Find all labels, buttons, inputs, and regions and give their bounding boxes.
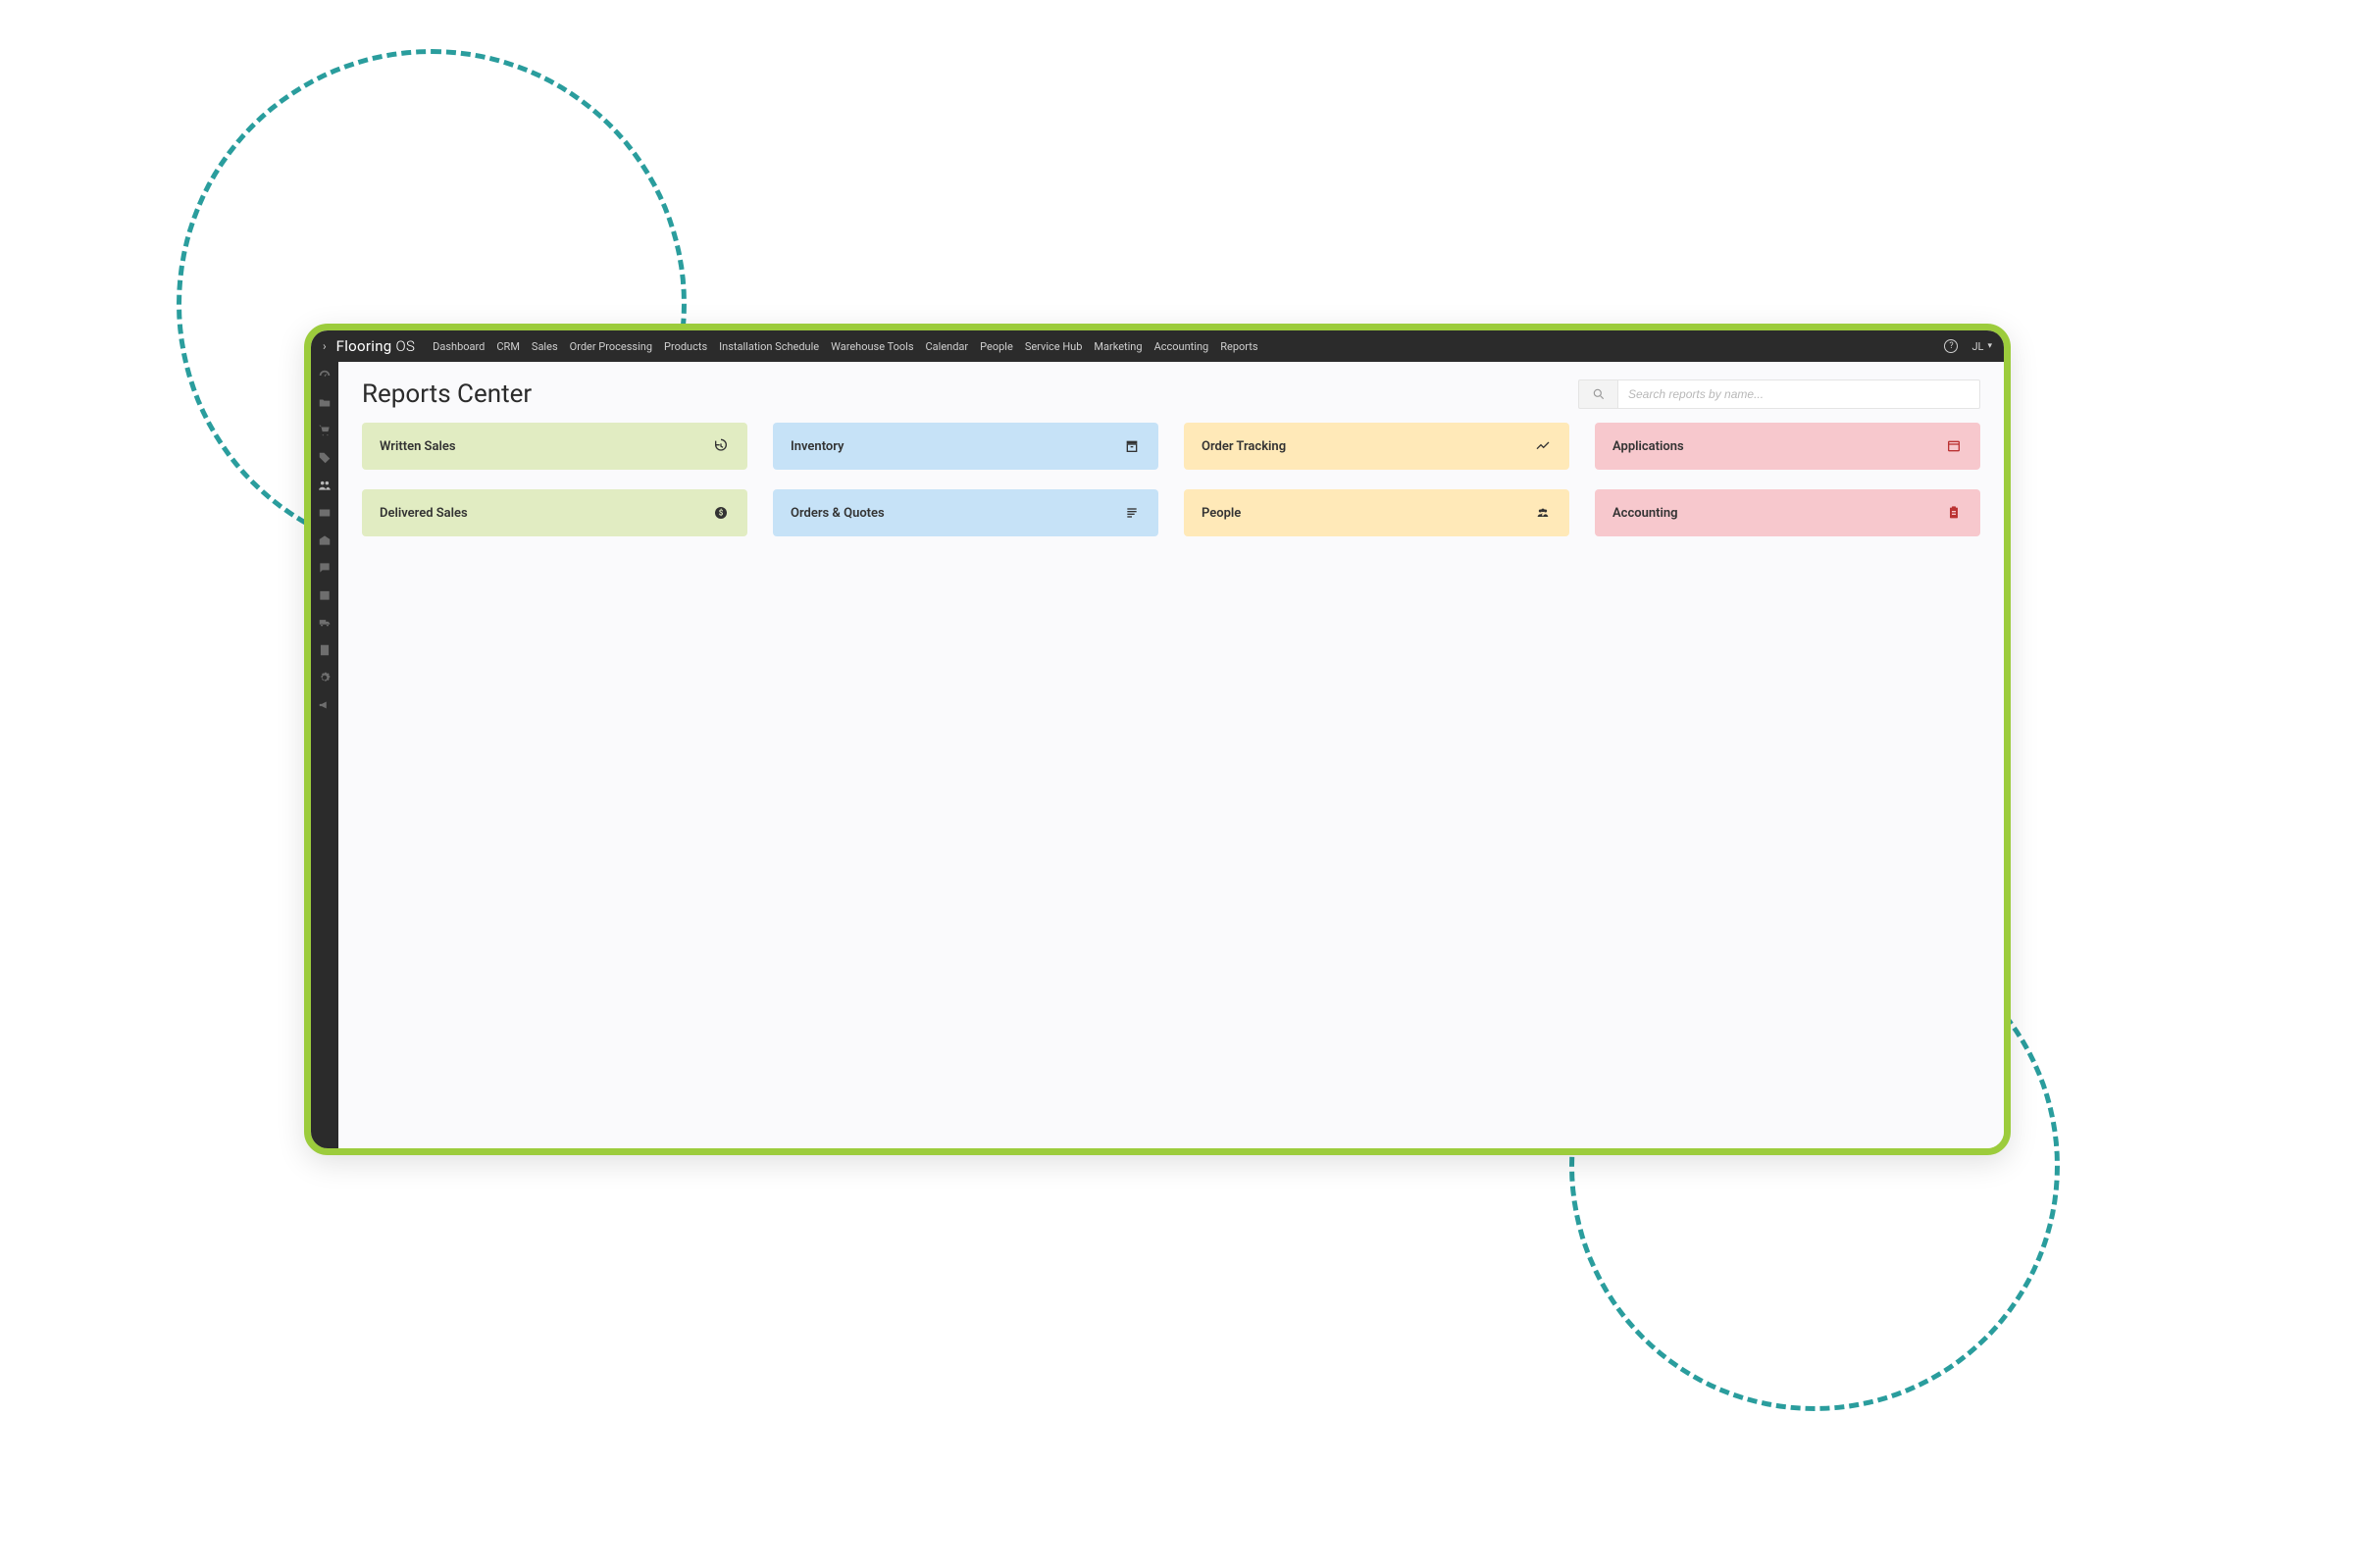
- main-header: Reports Center: [362, 379, 1980, 409]
- tags-icon[interactable]: [317, 450, 333, 466]
- nav-item-reports[interactable]: Reports: [1220, 340, 1257, 353]
- navbar-right: ? JL ▾: [1944, 339, 1992, 353]
- search-icon: [1592, 387, 1606, 401]
- nav-items: Dashboard CRM Sales Order Processing Pro…: [433, 340, 1257, 353]
- megaphone-icon[interactable]: [317, 697, 333, 713]
- cards-grid: Written Sales Inventory Order Tracking: [362, 423, 1980, 536]
- card-label: Written Sales: [380, 439, 456, 454]
- nav-item-calendar[interactable]: Calendar: [926, 340, 969, 353]
- nav-item-products[interactable]: Products: [664, 340, 707, 353]
- page-title: Reports Center: [362, 379, 532, 409]
- card-people[interactable]: People: [1184, 489, 1569, 536]
- card-label: People: [1202, 506, 1241, 521]
- calendar-icon[interactable]: [317, 587, 333, 603]
- card-label: Accounting: [1612, 506, 1678, 521]
- truck-icon[interactable]: [317, 615, 333, 631]
- archive-icon: [1123, 437, 1141, 455]
- list-icon: [1123, 504, 1141, 522]
- nav-collapse-chevron-icon[interactable]: ›: [323, 339, 327, 353]
- card-accounting[interactable]: Accounting: [1595, 489, 1980, 536]
- top-navbar: › Flooring OS Dashboard CRM Sales Order …: [311, 330, 2004, 362]
- svg-text:$: $: [719, 509, 724, 518]
- card-icon[interactable]: [317, 505, 333, 521]
- brand-name-a: Flooring: [336, 337, 396, 355]
- main-content: Reports Center Written Sales: [338, 362, 2004, 1148]
- folder-icon[interactable]: [317, 395, 333, 411]
- nav-item-crm[interactable]: CRM: [496, 340, 520, 353]
- settings-icon[interactable]: [317, 670, 333, 685]
- chat-icon[interactable]: [317, 560, 333, 576]
- card-label: Applications: [1612, 439, 1684, 454]
- nav-item-installation-schedule[interactable]: Installation Schedule: [719, 340, 819, 353]
- card-label: Order Tracking: [1202, 439, 1286, 454]
- left-sidebar: [311, 362, 338, 1148]
- nav-item-warehouse-tools[interactable]: Warehouse Tools: [831, 340, 913, 353]
- card-inventory[interactable]: Inventory: [773, 423, 1158, 470]
- clipboard-icon: [1945, 504, 1963, 522]
- brand-logo[interactable]: Flooring OS: [336, 337, 416, 355]
- nav-item-people[interactable]: People: [980, 340, 1013, 353]
- search-input[interactable]: [1617, 379, 1980, 409]
- card-order-tracking[interactable]: Order Tracking: [1184, 423, 1569, 470]
- app-frame: › Flooring OS Dashboard CRM Sales Order …: [304, 324, 2011, 1155]
- nav-item-accounting[interactable]: Accounting: [1154, 340, 1209, 353]
- search-button[interactable]: [1578, 379, 1617, 409]
- card-label: Delivered Sales: [380, 506, 468, 521]
- user-menu[interactable]: JL ▾: [1971, 340, 1992, 353]
- warehouse-icon[interactable]: [317, 532, 333, 548]
- help-icon[interactable]: ?: [1944, 339, 1958, 353]
- card-label: Inventory: [791, 439, 844, 454]
- nav-item-service-hub[interactable]: Service Hub: [1025, 340, 1083, 353]
- history-icon: [712, 437, 730, 455]
- card-applications[interactable]: Applications: [1595, 423, 1980, 470]
- card-delivered-sales[interactable]: Delivered Sales $: [362, 489, 747, 536]
- user-initials: JL: [1971, 340, 1983, 353]
- nav-item-order-processing[interactable]: Order Processing: [570, 340, 652, 353]
- nav-item-dashboard[interactable]: Dashboard: [433, 340, 485, 353]
- search-wrap: [1578, 379, 1980, 409]
- card-orders-quotes[interactable]: Orders & Quotes: [773, 489, 1158, 536]
- nav-item-sales[interactable]: Sales: [532, 340, 558, 353]
- dollar-icon: $: [712, 504, 730, 522]
- card-written-sales[interactable]: Written Sales: [362, 423, 747, 470]
- cart-icon[interactable]: [317, 423, 333, 438]
- brand-name-b: OS: [396, 337, 416, 355]
- people-icon[interactable]: [317, 478, 333, 493]
- report-icon[interactable]: [317, 642, 333, 658]
- nav-item-marketing[interactable]: Marketing: [1094, 340, 1142, 353]
- gauge-icon[interactable]: [317, 368, 333, 383]
- card-label: Orders & Quotes: [791, 506, 885, 521]
- chevron-down-icon: ▾: [1987, 341, 1992, 351]
- window-icon: [1945, 437, 1963, 455]
- trend-icon: [1534, 437, 1552, 455]
- group-icon: [1534, 504, 1552, 522]
